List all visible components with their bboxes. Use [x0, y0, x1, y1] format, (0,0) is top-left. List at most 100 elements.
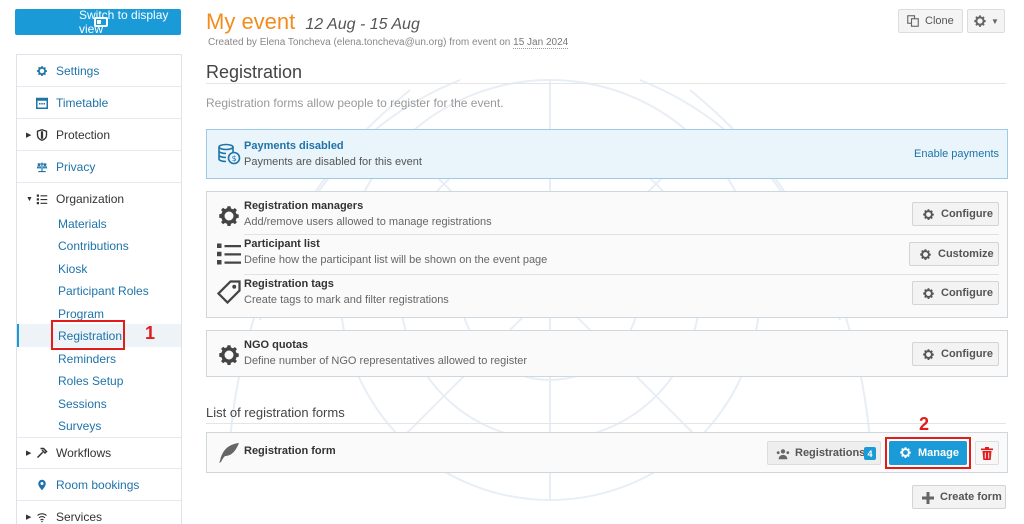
gear-icon — [923, 209, 934, 220]
sidebar-subitem-roles-setup[interactable]: Roles Setup — [58, 374, 123, 388]
sidebar-subitem-participant-roles[interactable]: Participant Roles — [58, 284, 149, 298]
configure-tags-button[interactable]: Configure — [912, 281, 999, 305]
enable-payments-link[interactable]: Enable payments — [914, 148, 999, 160]
sidebar-subitem-contributions[interactable]: Contributions — [58, 239, 129, 253]
sidebar-item-workflows[interactable]: ▶ Workflows — [17, 437, 181, 469]
sidebar-subitem-kiosk[interactable]: Kiosk — [58, 262, 87, 276]
payments-desc: Payments are disabled for this event — [244, 156, 422, 168]
annotation-marker-2: 2 — [919, 414, 930, 434]
ngo-title: NGO quotas — [244, 339, 309, 351]
sidebar-label: Timetable — [56, 95, 109, 110]
payments-title: Payments disabled — [244, 140, 344, 152]
display-view-icon — [94, 17, 108, 27]
registrations-label: Registrations — [795, 447, 866, 459]
button-label: Configure — [941, 287, 993, 299]
page-title: Registration — [206, 62, 303, 82]
payments-row: $ Payments disabled Payments are disable… — [207, 130, 1007, 178]
sidebar-item-settings[interactable]: Settings — [17, 55, 181, 87]
delete-form-button[interactable] — [975, 441, 999, 465]
sidebar-label: Services — [56, 510, 103, 524]
active-item-indicator — [17, 324, 19, 347]
trash-icon — [981, 446, 993, 460]
caret-right-icon: ▶ — [26, 131, 32, 139]
caret-right-icon: ▶ — [26, 514, 32, 521]
event-name: My event — [206, 9, 296, 34]
annotation-marker-1: 1 — [145, 323, 156, 343]
list-icon — [217, 243, 241, 265]
event-title: My event 12 Aug - 15 Aug — [206, 9, 420, 35]
feather-icon — [219, 443, 239, 463]
row-title: Registration managers — [244, 200, 364, 212]
forms-divider — [206, 423, 1006, 424]
sidebar-subitem-program[interactable]: Program — [58, 307, 104, 321]
gear-icon — [219, 345, 239, 366]
gear-icon — [974, 15, 986, 27]
clone-button[interactable]: Clone — [898, 9, 963, 33]
row-desc: Define how the participant list will be … — [244, 254, 548, 266]
scales-icon — [36, 161, 48, 172]
button-label: Configure — [941, 348, 993, 360]
sidebar-item-privacy[interactable]: Privacy — [17, 151, 181, 183]
created-date: 15 Jan 2024 — [513, 37, 569, 49]
shield-icon — [36, 128, 48, 141]
sidebar-subitem-materials[interactable]: Materials — [58, 217, 107, 231]
calendar-icon — [36, 97, 48, 109]
sidebar-label: Room bookings — [56, 477, 140, 492]
sidebar-item-protection[interactable]: ▶ Protection — [17, 119, 181, 151]
settings-dropdown-button[interactable]: ▼ — [967, 9, 1005, 33]
registrations-count-badge: 4 — [864, 447, 876, 460]
svg-text:$: $ — [232, 154, 237, 163]
sidebar-menu: Settings Timetable ▶ Protection Privacy … — [16, 54, 182, 524]
registration-settings-panel: Registration managers Add/remove users a… — [206, 191, 1008, 318]
event-dates: 12 Aug - 15 Aug — [305, 16, 420, 33]
sidebar-label: Settings — [56, 63, 100, 78]
caret-right-icon: ▶ — [26, 450, 32, 457]
sidebar-subitem-sessions[interactable]: Sessions — [58, 397, 107, 411]
create-form-button[interactable]: Create form — [912, 485, 1006, 509]
row-desc: Create tags to mark and filter registrat… — [244, 294, 449, 306]
registrations-button[interactable]: Registrations 4 — [767, 441, 881, 465]
row-title: Registration tags — [244, 278, 334, 290]
gear-icon — [923, 288, 934, 299]
sidebar-item-timetable[interactable]: Timetable — [17, 87, 181, 119]
registration-managers-row: Registration managers Add/remove users a… — [207, 192, 1007, 234]
gear-icon — [923, 349, 934, 360]
row-title: Participant list — [244, 238, 320, 250]
sidebar-subitem-reminders[interactable]: Reminders — [58, 352, 116, 366]
form-name: Registration form — [244, 445, 336, 457]
participant-list-row: Participant list Define how the particip… — [207, 234, 1007, 274]
sidebar-label: Privacy — [56, 159, 96, 174]
sidebar-label: Organization — [56, 192, 125, 206]
forms-section-title: List of registration forms — [206, 405, 345, 420]
caret-down-icon: ▼ — [26, 195, 33, 203]
users-icon — [776, 449, 790, 460]
clone-label: Clone — [925, 15, 954, 27]
created-by-text: Created by Elena Toncheva (elena.tonchev… — [208, 37, 514, 48]
sidebar-label: Protection — [56, 127, 111, 142]
sidebar-label: Workflows — [56, 446, 112, 460]
button-label: Configure — [941, 208, 993, 220]
switch-to-display-view-button[interactable]: Switch to display view — [15, 8, 181, 36]
sidebar-subitem-surveys[interactable]: Surveys — [58, 419, 101, 433]
tag-icon — [217, 280, 241, 304]
gear-icon — [219, 206, 239, 227]
highlight-box-manage — [885, 437, 971, 469]
copy-icon — [907, 15, 919, 27]
create-form-label: Create form — [940, 491, 1002, 503]
payments-panel: $ Payments disabled Payments are disable… — [206, 129, 1008, 179]
sidebar-item-room-bookings[interactable]: Room bookings — [17, 469, 181, 501]
sidebar-item-services[interactable]: ▶ Services — [17, 501, 181, 524]
button-label: Customize — [938, 248, 994, 260]
chevron-down-icon: ▼ — [991, 16, 999, 26]
ngo-desc: Define number of NGO representatives all… — [244, 355, 528, 367]
sidebar-item-organization[interactable]: ▼ Organization — [17, 183, 181, 215]
ngo-quotas-panel: NGO quotas Define number of NGO represen… — [206, 330, 1008, 377]
configure-managers-button[interactable]: Configure — [912, 202, 999, 226]
customize-participant-list-button[interactable]: Customize — [909, 242, 999, 266]
configure-ngo-quotas-button[interactable]: Configure — [912, 342, 999, 366]
highlight-box-registration — [51, 320, 125, 350]
plus-icon — [922, 492, 934, 504]
ngo-quotas-row: NGO quotas Define number of NGO represen… — [207, 331, 1007, 376]
map-pin-icon — [38, 479, 46, 490]
coins-icon: $ — [218, 143, 241, 165]
